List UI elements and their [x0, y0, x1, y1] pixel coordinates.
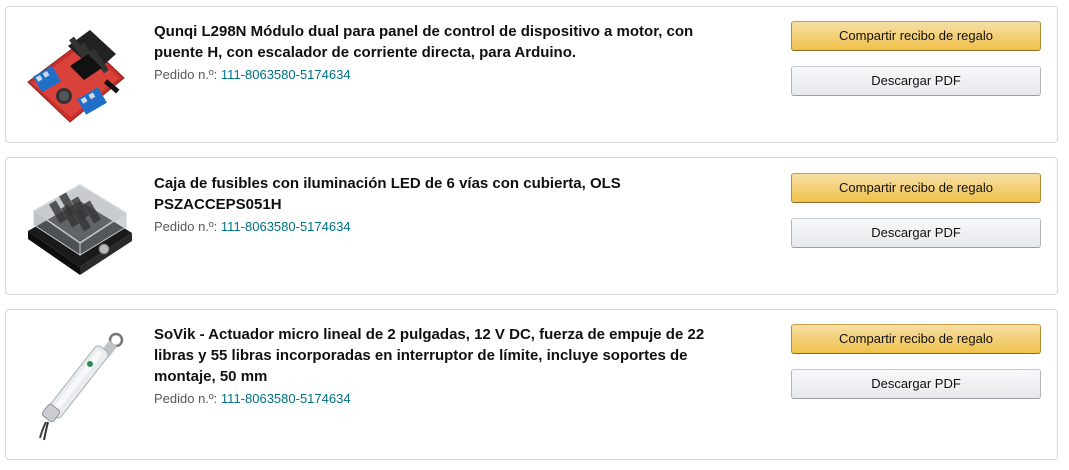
order-info-3: SoVik - Actuador micro lineal de 2 pulga…	[154, 324, 714, 408]
order-number-link[interactable]: 111-8063580-5174634	[221, 391, 351, 406]
order-number-label: Pedido n.º:	[154, 219, 218, 234]
order-info-2: Caja de fusibles con iluminación LED de …	[154, 173, 714, 236]
product-title[interactable]: SoVik - Actuador micro lineal de 2 pulga…	[154, 324, 714, 387]
product-title[interactable]: Caja de fusibles con iluminación LED de …	[154, 173, 714, 215]
share-gift-receipt-button[interactable]: Compartir recibo de regalo	[791, 173, 1041, 203]
order-number-row: Pedido n.º: 111-8063580-5174634	[154, 217, 714, 236]
product-image-linear-actuator[interactable]	[24, 330, 136, 442]
order-card-1: Qunqi L298N Módulo dual para panel de co…	[5, 6, 1058, 143]
product-image-motor-driver[interactable]	[24, 20, 136, 132]
product-image-fuse-box[interactable]	[24, 171, 136, 283]
share-gift-receipt-button[interactable]: Compartir recibo de regalo	[791, 21, 1041, 51]
order-card-3: SoVik - Actuador micro lineal de 2 pulga…	[5, 309, 1058, 460]
download-pdf-button[interactable]: Descargar PDF	[791, 369, 1041, 399]
download-pdf-button[interactable]: Descargar PDF	[791, 218, 1041, 248]
order-number-row: Pedido n.º: 111-8063580-5174634	[154, 389, 714, 408]
order-info-1: Qunqi L298N Módulo dual para panel de co…	[154, 21, 714, 84]
share-gift-receipt-button[interactable]: Compartir recibo de regalo	[791, 324, 1041, 354]
order-number-label: Pedido n.º:	[154, 391, 218, 406]
order-number-row: Pedido n.º: 111-8063580-5174634	[154, 65, 714, 84]
order-number-link[interactable]: 111-8063580-5174634	[221, 219, 351, 234]
download-pdf-button[interactable]: Descargar PDF	[791, 66, 1041, 96]
order-number-link[interactable]: 111-8063580-5174634	[221, 67, 351, 82]
order-number-label: Pedido n.º:	[154, 67, 218, 82]
order-card-2: Caja de fusibles con iluminación LED de …	[5, 157, 1058, 295]
product-title[interactable]: Qunqi L298N Módulo dual para panel de co…	[154, 21, 714, 63]
